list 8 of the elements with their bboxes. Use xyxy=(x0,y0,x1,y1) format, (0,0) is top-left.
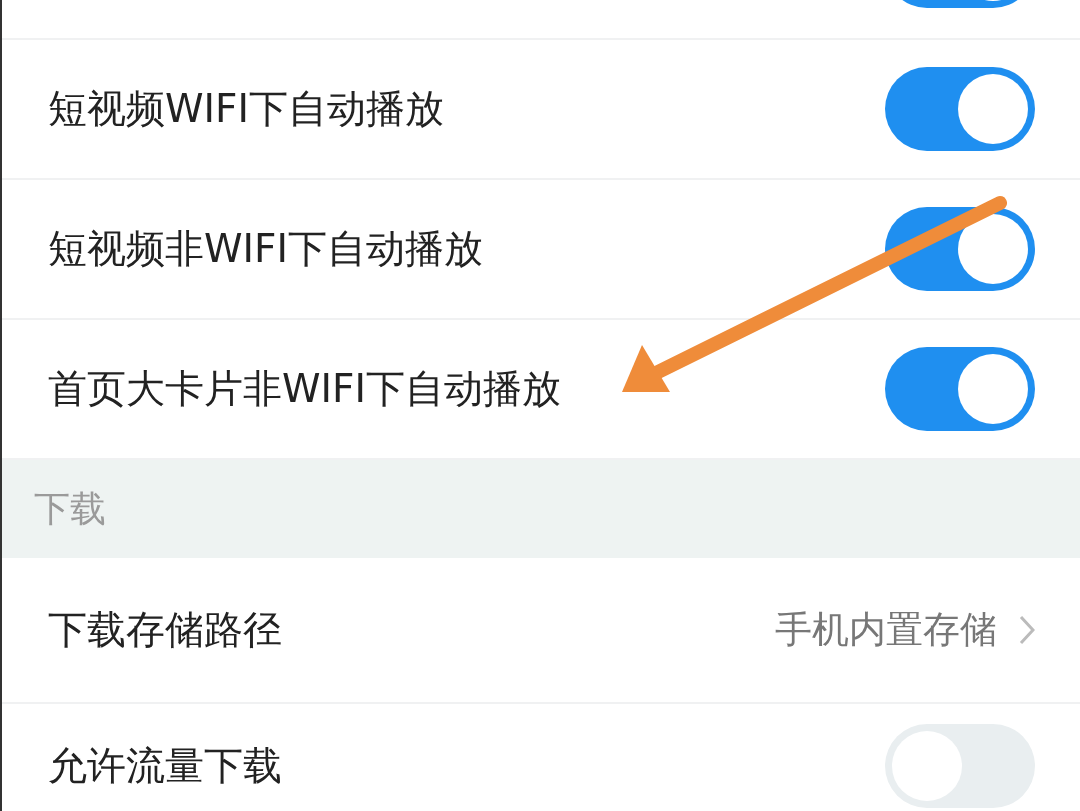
setting-label: 短视频非WIFI下自动播放 xyxy=(48,225,483,273)
section-title: 下载 xyxy=(34,486,106,531)
setting-label: 首页大卡片非WIFI下自动播放 xyxy=(48,365,561,413)
setting-label: 下载存储路径 xyxy=(48,606,282,654)
setting-value: 手机内置存储 xyxy=(775,607,997,653)
setting-label: 允许流量下载 xyxy=(48,742,282,790)
setting-label: 短视频WIFI下自动播放 xyxy=(48,85,444,133)
chevron-right-icon xyxy=(1019,615,1035,645)
